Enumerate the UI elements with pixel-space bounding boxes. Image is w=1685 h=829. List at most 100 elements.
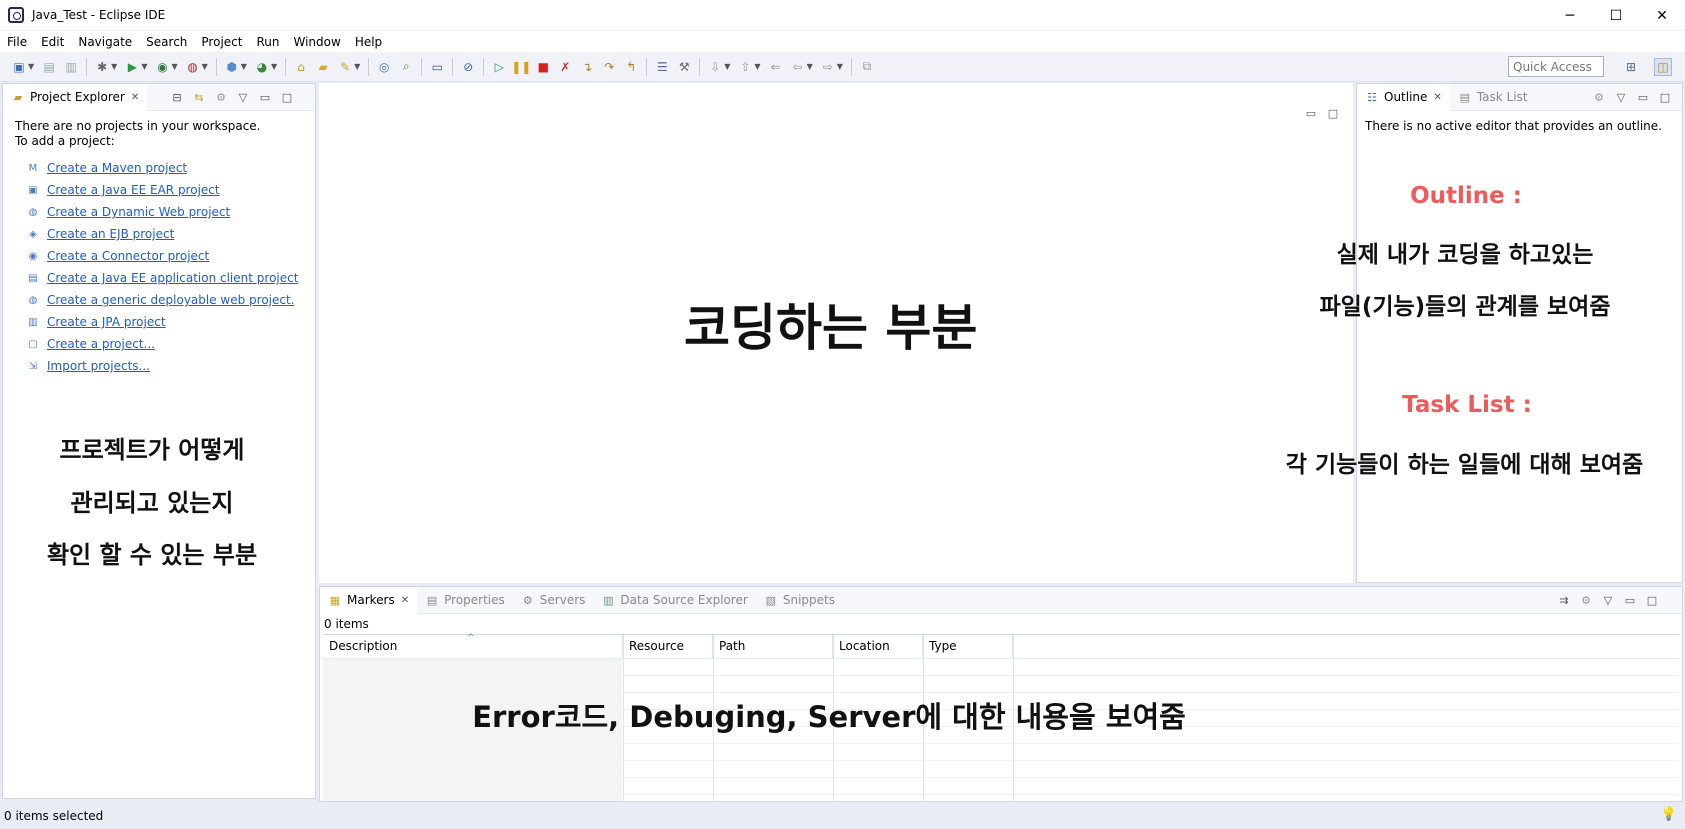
new-icon[interactable]: ▣ <box>11 59 27 75</box>
new-server-icon[interactable]: ⬢ <box>224 59 240 75</box>
external-tools-icon[interactable]: ◍ <box>185 59 201 75</box>
filters-icon[interactable]: ⚙ <box>1578 592 1594 608</box>
link-create-maven-project[interactable]: M Create a Maven project <box>25 157 303 179</box>
run-dropdown-icon[interactable]: ▼ <box>141 62 147 71</box>
last-edit-icon[interactable]: ⇐ <box>768 59 784 75</box>
link-create-jpa-project[interactable]: ▥ Create a JPA project <box>25 311 303 333</box>
back-dropdown-icon[interactable]: ▼ <box>807 62 813 71</box>
tab-data-source-explorer[interactable]: ▥ Data Source Explorer <box>593 587 755 614</box>
tab-snippets[interactable]: ▧ Snippets <box>756 587 843 614</box>
coverage-icon[interactable]: ◉ <box>154 59 170 75</box>
link-create-deployable-web-project[interactable]: ◍ Create a generic deployable web projec… <box>25 289 303 311</box>
link-create-dynamic-web-project[interactable]: ◍ Create a Dynamic Web project <box>25 201 303 223</box>
next-annotation-icon[interactable]: ⇩ <box>707 59 723 75</box>
link-label[interactable]: Create an EJB project <box>47 227 174 241</box>
column-resource[interactable]: Resource <box>623 635 713 658</box>
open-folder-icon[interactable]: ▰ <box>315 59 331 75</box>
filters-icon[interactable]: ⚙ <box>213 89 229 105</box>
maximize-icon[interactable]: □ <box>1644 592 1660 608</box>
view-menu-icon[interactable]: ▽ <box>1613 89 1629 105</box>
forward-icon[interactable]: ⇨ <box>820 59 836 75</box>
link-with-editor-icon[interactable]: ⇆ <box>191 89 207 105</box>
tab-task-list[interactable]: ▤ Task List <box>1450 84 1536 111</box>
tab-outline[interactable]: ☷ Outline ✕ <box>1357 83 1450 111</box>
java-ee-perspective-icon[interactable]: ◫ <box>1654 58 1672 76</box>
previous-annotation-icon[interactable]: ⇧ <box>737 59 753 75</box>
link-label[interactable]: Create a Maven project <box>47 161 187 175</box>
save-all-icon[interactable]: ▥ <box>63 59 79 75</box>
menu-edit[interactable]: Edit <box>34 35 71 49</box>
menu-window[interactable]: Window <box>286 35 347 49</box>
link-label[interactable]: Import projects... <box>47 359 150 373</box>
back-icon[interactable]: ⇦ <box>790 59 806 75</box>
new-class-dropdown-icon[interactable]: ▼ <box>271 62 277 71</box>
link-label[interactable]: Create a generic deployable web project. <box>47 293 295 307</box>
menu-help[interactable]: Help <box>348 35 389 49</box>
link-create-ear-project[interactable]: ▣ Create a Java EE EAR project <box>25 179 303 201</box>
menu-project[interactable]: Project <box>194 35 249 49</box>
toggle-mark-icon[interactable]: ☰ <box>654 59 670 75</box>
close-icon[interactable]: ✕ <box>131 92 139 103</box>
minimize-icon[interactable]: ▭ <box>257 89 273 105</box>
forward-dropdown-icon[interactable]: ▼ <box>837 62 843 71</box>
new-server-dropdown-icon[interactable]: ▼ <box>241 62 247 71</box>
debug-dropdown-icon[interactable]: ▼ <box>111 62 117 71</box>
link-label[interactable]: Create a Java EE EAR project <box>47 183 220 197</box>
open-perspective-icon[interactable]: ⊞ <box>1622 58 1640 76</box>
step-over-icon[interactable]: ↷ <box>601 59 617 75</box>
step-into-icon[interactable]: ↴ <box>579 59 595 75</box>
menu-run[interactable]: Run <box>249 35 286 49</box>
view-menu-icon[interactable]: ▽ <box>1600 592 1616 608</box>
column-type[interactable]: Type <box>923 635 1013 658</box>
link-create-connector-project[interactable]: ◉ Create a Connector project <box>25 245 303 267</box>
pin-editor-icon[interactable]: ⧉ <box>859 59 875 75</box>
collapse-all-icon[interactable]: ⊟ <box>169 89 185 105</box>
link-label[interactable]: Create a project... <box>47 337 155 351</box>
new-dropdown-icon[interactable]: ▼ <box>28 62 34 71</box>
tab-properties[interactable]: ▤ Properties <box>417 587 513 614</box>
column-location[interactable]: Location <box>833 635 923 658</box>
open-type-icon[interactable]: ⌂ <box>293 59 309 75</box>
tab-markers[interactable]: ▦ Markers ✕ <box>320 586 418 614</box>
close-icon[interactable]: ✕ <box>1433 92 1441 103</box>
link-create-project[interactable]: ▢ Create a project... <box>25 333 303 355</box>
external-tools-dropdown-icon[interactable]: ▼ <box>202 62 208 71</box>
resume-icon[interactable]: ▷ <box>491 59 507 75</box>
annotation-icon[interactable]: ⚒ <box>676 59 692 75</box>
maximize-icon[interactable]: □ <box>1325 105 1341 121</box>
coverage-dropdown-icon[interactable]: ▼ <box>171 62 177 71</box>
next-annotation-dropdown-icon[interactable]: ▼ <box>724 62 730 71</box>
menu-navigate[interactable]: Navigate <box>71 35 139 49</box>
filters-icon[interactable]: ⚙ <box>1591 89 1607 105</box>
step-return-icon[interactable]: ↰ <box>623 59 639 75</box>
new-class-icon[interactable]: ◕ <box>254 59 270 75</box>
minimize-icon[interactable]: ▭ <box>1622 592 1638 608</box>
maximize-icon[interactable]: □ <box>1657 89 1673 105</box>
skip-breakpoints-icon[interactable]: ⊘ <box>460 59 476 75</box>
lightbulb-icon[interactable]: 💡 <box>1661 807 1677 822</box>
view-menu-icon[interactable]: ▽ <box>235 89 251 105</box>
console-icon[interactable]: ▭ <box>429 59 445 75</box>
run-icon[interactable]: ▶ <box>124 59 140 75</box>
menu-search[interactable]: Search <box>139 35 194 49</box>
minimize-icon[interactable]: ▭ <box>1303 105 1319 121</box>
close-button[interactable]: ✕ <box>1639 0 1685 31</box>
tab-project-explorer[interactable]: ▰ Project Explorer ✕ <box>3 83 148 111</box>
previous-annotation-dropdown-icon[interactable]: ▼ <box>754 62 760 71</box>
debug-icon[interactable]: ✱ <box>94 59 110 75</box>
link-label[interactable]: Create a Connector project <box>47 249 209 263</box>
minimize-icon[interactable]: ▭ <box>1635 89 1651 105</box>
suspend-icon[interactable]: ❚❚ <box>511 59 531 75</box>
link-label[interactable]: Create a JPA project <box>47 315 166 329</box>
link-create-app-client-project[interactable]: ▤ Create a Java EE application client pr… <box>25 267 303 289</box>
configure-contents-icon[interactable]: ⇉ <box>1556 592 1572 608</box>
link-import-projects[interactable]: ⇲ Import projects... <box>25 355 303 377</box>
open-task-icon[interactable]: ✎ <box>337 59 353 75</box>
column-description[interactable]: Description ^ <box>323 633 623 658</box>
disconnect-icon[interactable]: ✗ <box>557 59 573 75</box>
menu-file[interactable]: File <box>0 35 34 49</box>
save-icon[interactable]: ▤ <box>41 59 57 75</box>
link-label[interactable]: Create a Java EE application client proj… <box>47 271 298 285</box>
tab-servers[interactable]: ⚙ Servers <box>513 587 594 614</box>
quick-access-input[interactable] <box>1508 56 1604 77</box>
